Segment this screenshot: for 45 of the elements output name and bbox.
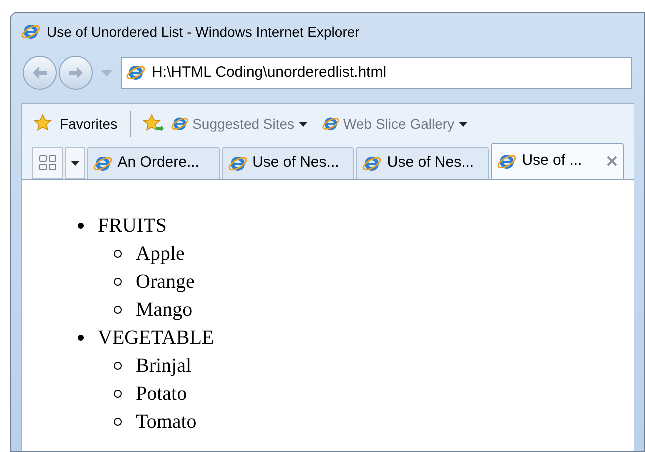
tab-title: Use of Nes... — [252, 153, 340, 174]
browser-tab[interactable]: Use of Nes... — [356, 147, 490, 179]
favorites-link[interactable]: Suggested Sites — [192, 114, 295, 134]
list-item-text: Apple — [136, 242, 185, 267]
window-title: Use of Unordered List - Windows Internet Explorer — [47, 22, 360, 42]
tab-title: Use of Nes... — [387, 153, 474, 174]
browser-page-icon — [21, 22, 41, 42]
forward-arrow-icon — [69, 67, 83, 79]
tab-list-button[interactable] — [65, 147, 85, 179]
bullet-icon — [114, 418, 122, 426]
browser-page-icon — [126, 63, 146, 83]
dropdown-caret-icon — [458, 122, 468, 126]
tab-title: An Ordere... — [118, 153, 200, 174]
dropdown-caret-icon — [298, 122, 308, 126]
tab-title: Use of ... — [522, 151, 582, 172]
bullet-icon — [114, 390, 122, 398]
forward-button[interactable] — [59, 56, 93, 90]
add-favorite-star-icon[interactable] — [142, 114, 165, 134]
list-item-text: Orange — [136, 270, 195, 295]
back-arrow-icon — [33, 67, 47, 79]
favorites-button[interactable]: Favorites — [34, 114, 118, 134]
grid-icon — [38, 155, 57, 171]
list-item-text: Potato — [136, 382, 188, 407]
bullet-icon — [78, 223, 84, 229]
browser-page-icon — [322, 115, 340, 133]
bullet-icon — [78, 335, 84, 341]
browser-tab[interactable]: An Ordere... — [86, 147, 220, 179]
bullet-icon — [114, 278, 122, 286]
history-caret-icon[interactable] — [101, 70, 113, 76]
address-field[interactable]: H:\HTML Coding\unorderedlist.html — [121, 57, 632, 89]
list-item-text: Mango — [136, 298, 193, 323]
browser-tab[interactable]: Use of Nes... — [222, 147, 354, 179]
bullet-icon — [114, 306, 122, 314]
bullet-icon — [114, 250, 122, 258]
browser-page-icon — [170, 115, 189, 133]
list-item-text: Brinjal — [136, 354, 192, 379]
list-item-text: Tomato — [136, 410, 197, 435]
back-button[interactable] — [23, 56, 57, 90]
favorites-link[interactable]: Web Slice Gallery — [344, 114, 455, 134]
dropdown-caret-icon — [70, 160, 80, 166]
list-item-text: VEGETABLE — [98, 326, 214, 351]
quick-tabs-button[interactable] — [32, 147, 64, 179]
list-item-text: FRUITS — [98, 214, 167, 239]
browser-tab[interactable]: Use of ... × — [491, 143, 624, 179]
bullet-icon — [114, 362, 122, 370]
